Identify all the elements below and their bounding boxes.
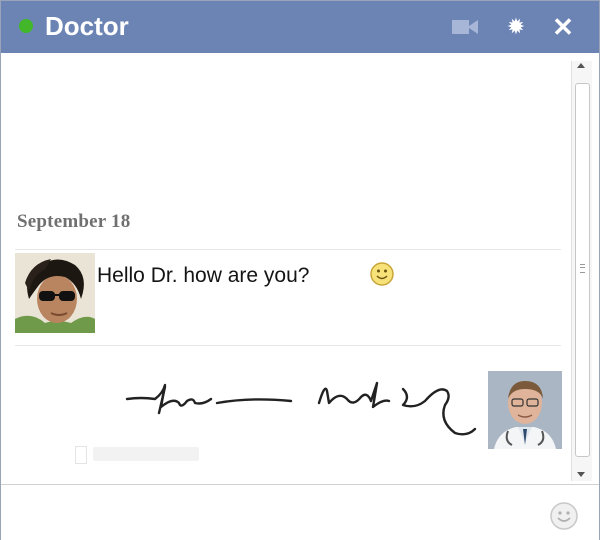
grip-icon (580, 264, 585, 273)
divider (15, 345, 561, 346)
scroll-up-arrow-icon[interactable] (577, 63, 585, 68)
smiley-icon-graphic (370, 262, 394, 286)
handwriting-strokes (125, 381, 477, 436)
handwritten-message (121, 363, 481, 445)
gear-icon[interactable]: ✹ (502, 13, 530, 41)
divider (15, 249, 561, 250)
emoji-picker-icon[interactable] (549, 501, 579, 531)
scrollbar-thumb[interactable] (575, 83, 590, 457)
user-avatar[interactable] (15, 253, 95, 333)
close-icon[interactable]: ✕ (549, 13, 577, 41)
doctor-avatar[interactable] (488, 371, 562, 449)
chat-titlebar[interactable]: Doctor ✹ ✕ (1, 1, 599, 53)
message-input-area[interactable] (1, 484, 599, 540)
online-status-indicator (19, 19, 33, 33)
doctor-avatar-image (488, 371, 562, 449)
message-text: Hello Dr. how are you? (97, 264, 310, 287)
smiley-icon (369, 261, 395, 287)
faded-checkbox (75, 446, 87, 464)
scrollbar[interactable] (571, 61, 592, 481)
video-camera-icon-graphic (452, 20, 478, 34)
chat-window: Doctor ✹ ✕ September 18 Hello Dr. how ar… (0, 0, 600, 540)
user-avatar-image (15, 253, 95, 333)
date-separator: September 18 (17, 211, 131, 232)
emoji-picker-icon-graphic (550, 502, 578, 530)
scroll-down-arrow-icon[interactable] (577, 472, 585, 477)
video-camera-icon[interactable] (451, 13, 479, 41)
faded-timestamp (93, 447, 199, 461)
chat-title[interactable]: Doctor (45, 10, 129, 42)
